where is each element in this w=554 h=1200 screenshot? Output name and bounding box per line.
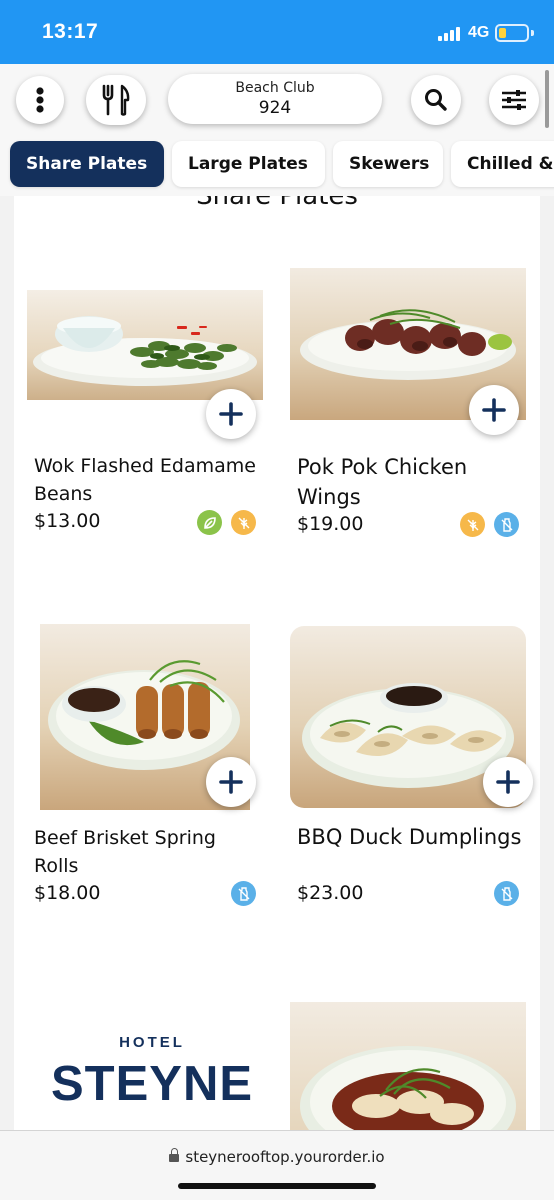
item-price: $23.00 (297, 882, 364, 904)
tab-share-plates[interactable]: Share Plates (10, 141, 164, 187)
plus-icon (496, 770, 520, 794)
signal-icon (438, 25, 464, 41)
restaurant-button[interactable] (86, 75, 146, 125)
more-vertical-icon (36, 87, 44, 113)
scroll-indicator[interactable] (545, 70, 549, 128)
tab-chilled[interactable]: Chilled & (451, 141, 554, 187)
item-name: BBQ Duck Dumplings (297, 825, 522, 849)
item-price: $13.00 (34, 510, 101, 532)
edamame-image (27, 290, 263, 400)
tab-label: Skewers (349, 154, 430, 174)
add-item-button[interactable] (206, 757, 256, 807)
menu-button[interactable] (16, 76, 64, 124)
app-header: Beach Club 924 (0, 64, 554, 136)
url-display[interactable]: steynerooftop.yourorder.io (0, 1148, 554, 1166)
status-bar: 13:17 4G (0, 0, 554, 64)
plus-icon (219, 770, 243, 794)
status-time: 13:17 (42, 20, 99, 43)
tab-label: Large Plates (188, 154, 308, 174)
dairy-free-icon (494, 881, 519, 906)
fork-knife-icon (102, 84, 130, 116)
item-price: $19.00 (297, 513, 364, 535)
add-item-button[interactable] (206, 389, 256, 439)
network-label: 4G (468, 24, 490, 41)
filter-button[interactable] (489, 75, 539, 125)
battery-nub (531, 30, 534, 36)
battery-icon (495, 24, 529, 42)
item-name: Wok Flashed Edamame Beans (34, 455, 256, 505)
lock-icon (169, 1148, 180, 1162)
url-text: steynerooftop.yourorder.io (185, 1148, 385, 1166)
logo-line-steyne: STEYNE (50, 1057, 254, 1111)
section-title: Share Plates (196, 196, 358, 211)
category-tabs: Share Plates Large Plates Skewers Chille… (0, 136, 554, 196)
browser-url-bar[interactable]: steynerooftop.yourorder.io (0, 1130, 554, 1200)
tab-large-plates[interactable]: Large Plates (172, 141, 325, 187)
search-button[interactable] (411, 75, 461, 125)
item-price: $18.00 (34, 882, 101, 904)
tab-label: Share Plates (26, 154, 148, 174)
plus-icon (482, 398, 506, 422)
vegan-leaf-icon (197, 510, 222, 535)
dairy-free-icon (231, 881, 256, 906)
home-indicator[interactable] (178, 1183, 376, 1189)
hotel-steyne-logo: HOTEL STEYNE (34, 1004, 270, 1136)
logo-line-hotel: HOTEL (119, 1034, 185, 1051)
tab-skewers[interactable]: Skewers (333, 141, 443, 187)
dumplings-chili-image[interactable] (290, 1002, 526, 1136)
add-item-button[interactable] (469, 385, 519, 435)
battery-level (499, 28, 506, 38)
add-item-button[interactable] (483, 757, 533, 807)
item-name: Beef Brisket Spring Rolls (34, 827, 216, 877)
plus-icon (219, 402, 243, 426)
item-name: Pok Pok Chicken Wings (297, 455, 468, 509)
gluten-free-icon (460, 512, 485, 537)
search-icon (425, 89, 447, 111)
tab-label: Chilled & (467, 154, 554, 174)
venue-table-selector[interactable]: Beach Club 924 (168, 74, 382, 124)
dairy-free-icon (494, 512, 519, 537)
venue-name: Beach Club (235, 80, 315, 96)
gluten-free-icon (231, 510, 256, 535)
table-number: 924 (258, 98, 292, 118)
sliders-icon (502, 90, 526, 110)
menu-content: Share Plates Wok Flashed Edamame Beans $… (14, 196, 540, 1136)
